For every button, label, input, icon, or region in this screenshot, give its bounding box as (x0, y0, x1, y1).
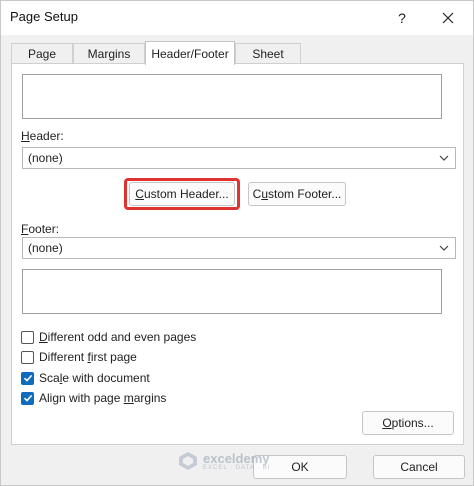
align-with-margins-checkbox[interactable]: Align with page margins (21, 390, 166, 406)
scale-with-document-checkbox[interactable]: Scale with document (21, 370, 150, 386)
exceldemy-logo-icon (179, 452, 197, 470)
checkbox-box[interactable] (21, 330, 34, 344)
checkbox-box[interactable] (21, 371, 34, 385)
footer-label: Footer: (21, 222, 60, 236)
checkbox-box[interactable] (21, 350, 34, 364)
close-icon (442, 12, 454, 24)
header-footer-panel: Header: (none) Custom Header... Cu stom F… (11, 63, 464, 445)
tab-label: Margins (87, 47, 131, 61)
tab-label: Page (27, 47, 57, 61)
checkbox-box[interactable] (21, 391, 34, 405)
cancel-button[interactable]: Cancel (373, 455, 465, 479)
checkmark-icon (23, 374, 32, 382)
custom-footer-button[interactable]: Cu stom Footer... (248, 182, 346, 206)
options-button[interactable]: Options... (362, 411, 454, 435)
help-icon: ? (398, 10, 406, 26)
help-button[interactable]: ? (383, 1, 421, 35)
footer-dropdown[interactable]: (none) (22, 237, 456, 259)
header-preview (22, 74, 442, 119)
different-first-page-checkbox[interactable]: Different first page (21, 349, 137, 365)
footer-preview (22, 269, 442, 314)
header-label: Header: (21, 129, 64, 143)
checkmark-icon (23, 394, 32, 402)
chevron-down-icon (439, 245, 449, 251)
page-setup-dialog: Page Setup ? Page Margins Header/Footer … (0, 0, 474, 486)
checkbox-label: Different odd and even pages (39, 330, 197, 344)
checkbox-label: Different first page (39, 350, 137, 364)
tab-page[interactable]: Page (11, 43, 73, 64)
checkbox-label: Scale with document (39, 371, 150, 385)
window-title: Page Setup (10, 9, 78, 24)
footer-selected-value: (none) (28, 241, 63, 255)
watermark: exceldemy EXCEL · DATA · BI (177, 450, 271, 472)
tab-header-footer[interactable]: Header/Footer (145, 41, 235, 65)
close-button[interactable] (425, 1, 471, 35)
tab-label: Sheet (252, 47, 284, 61)
checkbox-label: Align with page margins (39, 391, 167, 405)
header-dropdown[interactable]: (none) (22, 147, 456, 169)
custom-header-button[interactable]: Custom Header... (129, 182, 235, 206)
watermark-tagline: EXCEL · DATA · BI (203, 464, 271, 471)
tab-sheet[interactable]: Sheet (235, 43, 301, 64)
tab-label: Header/Footer (151, 46, 229, 61)
different-odd-even-checkbox[interactable]: Different odd and even pages (21, 329, 196, 345)
title-bar: Page Setup ? (1, 1, 473, 35)
tab-margins[interactable]: Margins (73, 43, 145, 64)
watermark-name: exceldemy (203, 450, 270, 466)
chevron-down-icon (439, 155, 449, 161)
header-selected-value: (none) (28, 151, 63, 165)
